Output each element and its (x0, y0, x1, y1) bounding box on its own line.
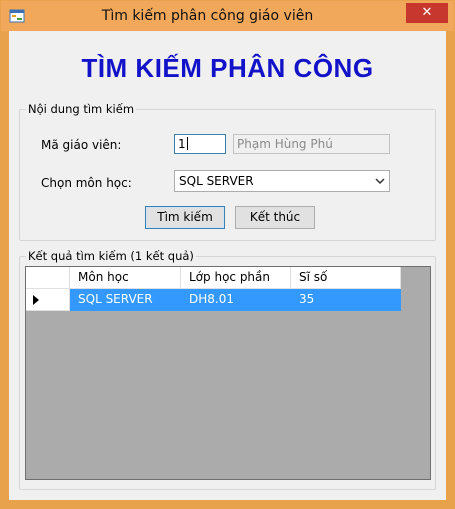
results-group-legend: Kết quả tìm kiếm (1 kết quả) (26, 249, 196, 263)
exit-button[interactable]: Kết thúc (235, 206, 315, 229)
subject-select[interactable]: SQL SERVER (174, 170, 390, 192)
teacher-name-value: Phạm Hùng Phú (237, 137, 333, 151)
table-row[interactable]: SQL SERVER DH8.01 35 (26, 289, 401, 311)
teacher-id-input[interactable]: 1 (174, 134, 226, 154)
text-caret (186, 137, 188, 150)
teacher-id-label: Mã giáo viên: (41, 138, 122, 152)
teacher-id-value: 1 (178, 137, 186, 151)
search-button[interactable]: Tìm kiếm (145, 206, 225, 229)
row-pointer-icon (33, 295, 39, 305)
form-client-area: TÌM KIẾM PHÂN CÔNG Nội dung tìm kiếm Mã … (9, 31, 446, 500)
cell-headcount[interactable]: 35 (291, 289, 401, 311)
search-groupbox: Nội dung tìm kiếm Mã giáo viên: 1 Phạm H… (19, 102, 436, 241)
column-header-headcount[interactable]: Sĩ số (291, 267, 401, 289)
subject-label: Chọn môn học: (41, 176, 132, 190)
main-window: Tìm kiếm phân công giáo viên ✕ TÌM KIẾM … (0, 0, 455, 509)
grid-header-row: Môn học Lớp học phần Sĩ số (26, 267, 401, 289)
column-header-class-section[interactable]: Lớp học phần (181, 267, 291, 289)
form-heading: TÌM KIẾM PHÂN CÔNG (81, 53, 374, 83)
close-button[interactable]: ✕ (406, 3, 448, 23)
close-icon: ✕ (421, 5, 433, 20)
grid-corner-header[interactable] (26, 267, 70, 289)
subject-selected-value: SQL SERVER (179, 174, 254, 188)
search-group-legend: Nội dung tìm kiếm (26, 102, 137, 116)
cell-class-section[interactable]: DH8.01 (181, 289, 291, 311)
chevron-down-icon (375, 178, 385, 185)
results-grid[interactable]: Môn học Lớp học phần Sĩ số SQL SERVER DH… (25, 266, 431, 480)
window-title: Tìm kiếm phân công giáo viên (101, 8, 314, 24)
row-header[interactable] (26, 289, 70, 311)
column-header-subject[interactable]: Môn học (70, 267, 181, 289)
title-bar[interactable]: Tìm kiếm phân công giáo viên ✕ (1, 1, 454, 31)
teacher-name-field: Phạm Hùng Phú (233, 134, 390, 154)
cell-subject[interactable]: SQL SERVER (70, 289, 181, 311)
